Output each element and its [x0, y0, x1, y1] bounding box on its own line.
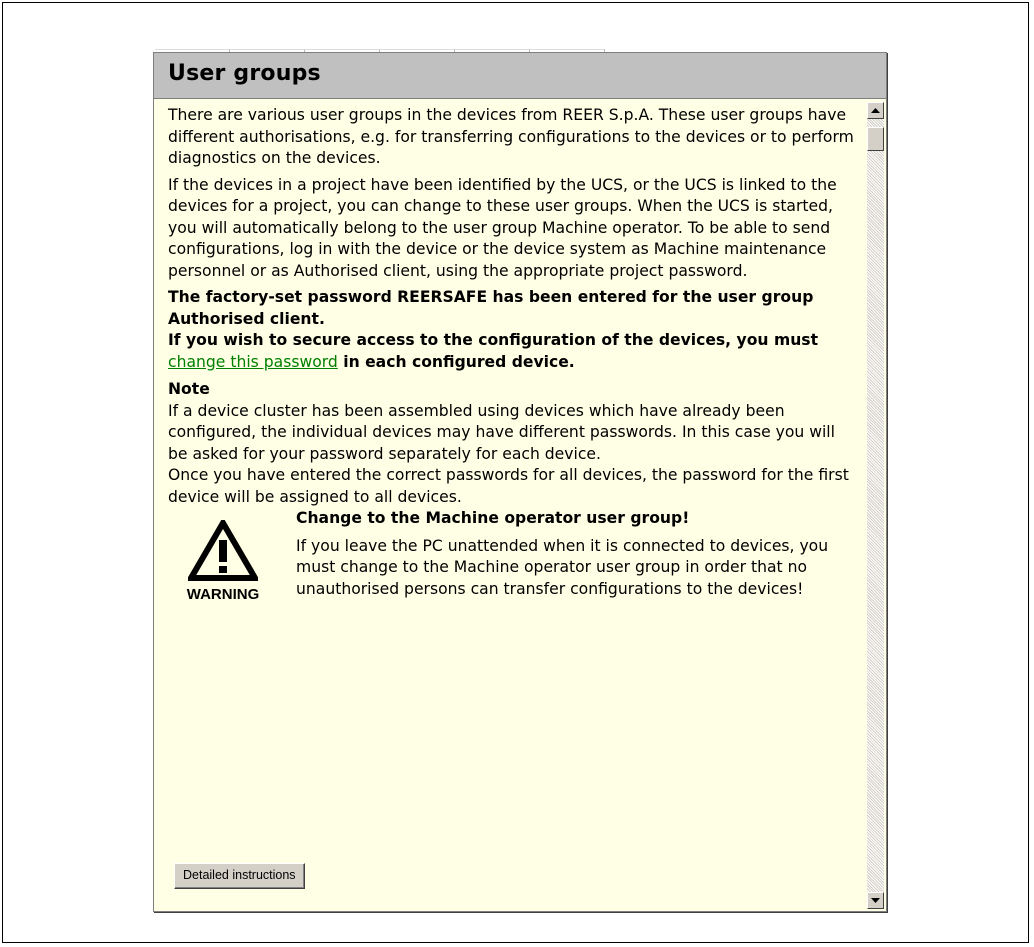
- change-password-link[interactable]: change this password: [168, 353, 338, 371]
- secure-access-notice: If you wish to secure access to the conf…: [168, 330, 858, 373]
- scroll-up-button[interactable]: [867, 102, 884, 119]
- note-text-2: Once you have entered the correct passwo…: [168, 466, 849, 506]
- note-text-1: If a device cluster has been assembled u…: [168, 401, 835, 463]
- arrow-down-icon: [871, 897, 880, 903]
- factory-password-notice: The factory-set password REERSAFE has be…: [168, 288, 814, 328]
- scroll-down-button[interactable]: [867, 892, 884, 909]
- arrow-up-icon: [871, 107, 880, 113]
- note-heading: Note: [168, 380, 210, 398]
- help-window: User groups There are various user group…: [153, 52, 887, 912]
- warning-box: WARNING Change to the Machine operator u…: [168, 508, 858, 606]
- warning-triangle-icon: WARNING: [168, 508, 278, 606]
- detailed-instructions-button[interactable]: Detailed instructions: [174, 863, 305, 889]
- warning-title: Change to the Machine operator user grou…: [296, 509, 690, 527]
- vertical-scrollbar[interactable]: [867, 102, 884, 909]
- warning-text: If you leave the PC unattended when it i…: [296, 536, 829, 598]
- title-bar: User groups: [154, 53, 886, 99]
- secure-access-suffix: in each configured device.: [337, 352, 575, 371]
- help-content: There are various user groups in the dev…: [168, 105, 858, 606]
- warning-text-block: Change to the Machine operator user grou…: [278, 508, 858, 606]
- ucs-paragraph: If the devices in a project have been id…: [168, 175, 837, 280]
- intro-paragraph: There are various user groups in the dev…: [168, 106, 854, 167]
- warning-label: WARNING: [186, 586, 260, 603]
- scroll-thumb[interactable]: [867, 127, 884, 151]
- page-title: User groups: [168, 61, 321, 86]
- secure-access-text: If you wish to secure access to the conf…: [168, 331, 819, 349]
